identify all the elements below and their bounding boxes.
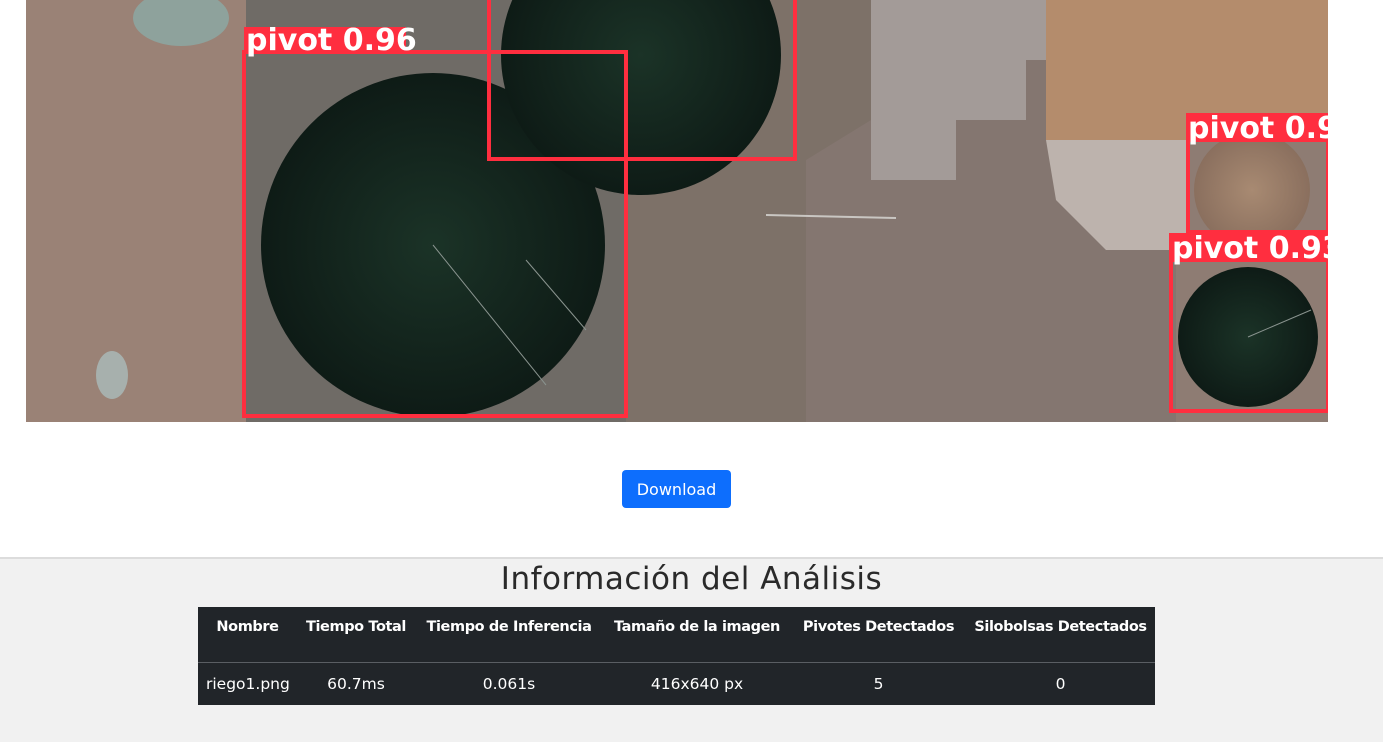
analysis-info-section: Información del Análisis Nombre Tiempo T… [0,557,1383,742]
column-header-image-size: Tamaño de la imagen [603,607,791,647]
cell-name: riego1.png [198,662,297,705]
table-header-row: Nombre Tiempo Total Tiempo de Inferencia… [198,607,1155,647]
analysis-table: Nombre Tiempo Total Tiempo de Inferencia… [198,607,1155,705]
column-header-pivots: Pivotes Detectados [791,607,966,647]
cell-inference-time: 0.061s [415,662,603,705]
section-title: Información del Análisis [500,561,883,597]
column-header-name: Nombre [198,607,297,647]
table-spacer-row [198,647,1155,663]
detection-label-3: pivot 0.93 [1172,231,1328,266]
detection-label-2: pivot 0.9 [1188,111,1328,146]
cell-silobags: 0 [966,662,1155,705]
cell-pivots: 5 [791,662,966,705]
column-header-total-time: Tiempo Total [297,607,415,647]
column-header-silobags: Silobolsas Detectados [966,607,1155,647]
cell-total-time: 60.7ms [297,662,415,705]
table-row: riego1.png 60.7ms 0.061s 416x640 px 5 0 [198,662,1155,705]
download-button[interactable]: Download [622,470,731,508]
column-header-inference-time: Tiempo de Inferencia [415,607,603,647]
detection-result-image: pivot 0.96 pivot 0.9 pivot 0.93 [26,0,1328,422]
detection-label-1: pivot 0.96 [246,23,417,58]
cell-image-size: 416x640 px [603,662,791,705]
